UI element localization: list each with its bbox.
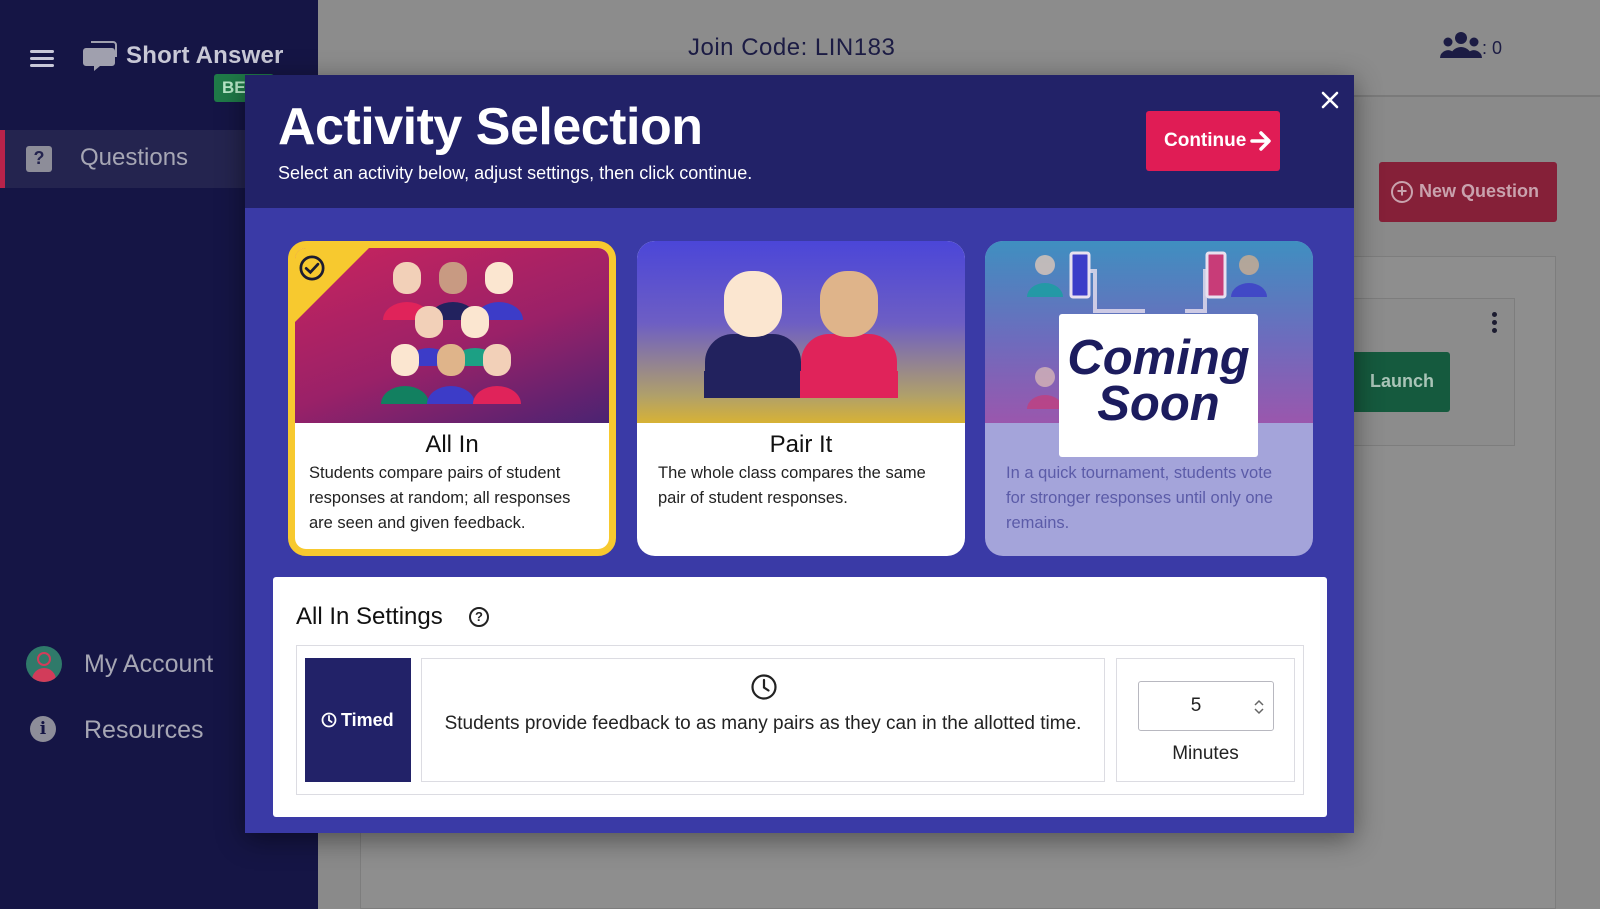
continue-button[interactable]: Continue [1146, 111, 1280, 171]
app-name: Short Answer [126, 42, 284, 69]
minutes-label: Minutes [1172, 743, 1239, 764]
clock-icon [321, 712, 337, 728]
sidebar-item-label: Resources [84, 716, 204, 744]
activity-selection-modal: Activity Selection Select an activity be… [245, 75, 1354, 833]
pair-it-illustration [637, 241, 965, 423]
close-icon[interactable] [1317, 87, 1343, 113]
timed-description: Students provide feedback to as many pai… [444, 713, 1082, 734]
activity-card-coming-soon: Coming Soon In a quick tournament, stude… [985, 241, 1313, 556]
hamburger-menu-icon[interactable] [28, 48, 56, 70]
info-icon: i [30, 716, 56, 742]
activity-description: Students compare pairs of student respon… [309, 464, 571, 532]
participant-count: : 0 [1482, 38, 1503, 58]
participants-icon [1440, 32, 1482, 58]
question-chat-icon: ? [26, 146, 52, 172]
check-circle-icon [299, 255, 325, 281]
timed-description-panel: Students provide feedback to as many pai… [421, 658, 1105, 782]
more-options-icon[interactable] [1490, 312, 1498, 338]
coming-soon-text: Coming Soon [1067, 331, 1250, 431]
plus-circle-icon: + [1391, 181, 1413, 203]
launch-button[interactable]: Launch [1340, 352, 1450, 412]
activity-card-pair-it[interactable]: Pair It The whole class compares the sam… [637, 241, 965, 556]
sidebar-item-label: My Account [84, 650, 214, 678]
new-question-button[interactable]: + New Question [1379, 162, 1557, 222]
help-icon[interactable]: ? [469, 607, 489, 627]
modal-title: Activity Selection [278, 98, 703, 156]
sidebar-item-label: Questions [80, 144, 189, 171]
chat-bubble-logo-icon [83, 41, 117, 71]
activity-settings: All In Settings ? Timed Students provide… [273, 577, 1327, 817]
activity-title: Pair It [769, 431, 833, 458]
activity-card-all-in[interactable]: All In Students compare pairs of student… [288, 241, 616, 556]
avatar [26, 646, 62, 682]
coming-soon-overlay: Coming Soon [1059, 314, 1258, 457]
activity-title: All In [425, 431, 479, 458]
number-spinner-icon[interactable] [1251, 697, 1267, 717]
clock-icon [751, 674, 777, 700]
arrow-right-icon [1250, 131, 1271, 151]
timed-mode-tab[interactable]: Timed [305, 658, 411, 782]
modal-header: Activity Selection Select an activity be… [245, 75, 1354, 208]
activity-description: In a quick tournament, students vote for… [1006, 464, 1273, 532]
settings-title: All In Settings [296, 603, 443, 630]
minutes-setting: Minutes [1116, 658, 1295, 782]
modal-subtitle: Select an activity below, adjust setting… [278, 163, 753, 183]
activity-description: The whole class compares the same pair o… [658, 464, 926, 507]
settings-row: Timed Students provide feedback to as ma… [296, 645, 1304, 795]
join-code: Join Code: LIN183 [688, 34, 896, 61]
